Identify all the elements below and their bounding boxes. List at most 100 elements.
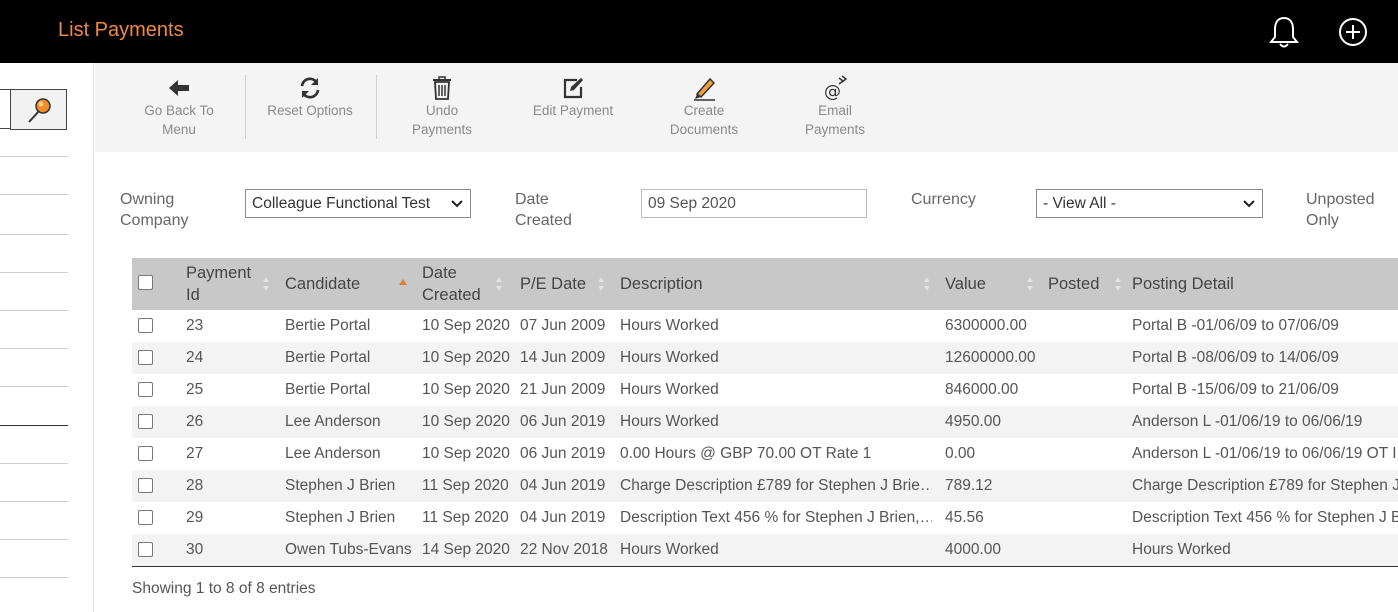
sidebar-divider <box>0 310 68 311</box>
column-header-payment-id[interactable]: Payment Id <box>186 258 272 310</box>
date-created-input[interactable]: 09 Sep 2020 <box>641 189 867 218</box>
sidebar-divider <box>0 501 68 502</box>
table-row[interactable]: 26 Lee Anderson 10 Sep 2020 06 Jun 2019 Hour… <box>132 406 1398 438</box>
cell-payment-id: 25 <box>186 381 204 398</box>
date-created-label-line: Created <box>515 212 572 229</box>
cell-description: Hours Worked <box>620 541 719 558</box>
column-header-description[interactable]: Description <box>620 258 703 310</box>
owning-company-value: Colleague Functional Test <box>252 195 431 212</box>
row-checkbox[interactable] <box>138 510 153 525</box>
cell-posting-detail: Anderson L -01/06/19 to 06/06/19 OT I <box>1132 445 1397 462</box>
email-payments-button[interactable]: @ Email Payments <box>780 75 890 139</box>
cell-payment-id: 23 <box>186 317 204 334</box>
date-created-label-line: Date <box>515 191 549 208</box>
toolbar-separator <box>376 75 377 139</box>
sort-icon <box>1115 277 1121 291</box>
chevron-down-icon <box>1243 200 1255 208</box>
cell-candidate: Bertie Portal <box>285 381 371 398</box>
pencil-icon <box>694 77 716 101</box>
sort-icon <box>598 277 604 291</box>
column-header-candidate[interactable]: Candidate <box>285 258 360 310</box>
cell-posting-detail: Portal B -01/06/09 to 07/06/09 <box>1132 317 1339 334</box>
sidebar-search-button[interactable] <box>10 89 67 130</box>
top-bar: List Payments <box>0 0 1398 63</box>
sort-icon <box>1027 277 1033 291</box>
sidebar-divider <box>0 386 68 387</box>
cell-value: 45.56 <box>945 509 984 526</box>
cell-payment-id: 29 <box>186 509 204 526</box>
unposted-only-label: Unposted Only <box>1306 189 1375 231</box>
arrow-left-icon <box>169 80 189 96</box>
undo-payments-label: Payments <box>411 122 473 137</box>
row-checkbox[interactable] <box>138 382 153 397</box>
edit-payment-button[interactable]: Edit Payment <box>518 75 628 120</box>
table-row[interactable]: 29 Stephen J Brien 11 Sep 2020 04 Jun 2019 D… <box>132 502 1398 534</box>
currency-label: Currency <box>911 191 976 208</box>
add-icon[interactable] <box>1336 15 1370 49</box>
row-checkbox[interactable] <box>138 446 153 461</box>
sidebar-divider <box>0 194 68 195</box>
column-header-date-created[interactable]: Date Created <box>422 258 481 310</box>
select-all-checkbox[interactable] <box>138 275 153 290</box>
create-documents-button[interactable]: Create Documents <box>649 75 759 139</box>
cell-payment-id: 30 <box>186 541 204 558</box>
row-checkbox[interactable] <box>138 350 153 365</box>
create-documents-label: Documents <box>669 122 739 137</box>
owning-company-label-line: Company <box>120 212 189 229</box>
cell-candidate: Owen Tubs-Evans <box>285 541 412 558</box>
svg-text:@: @ <box>824 82 841 101</box>
chevron-down-icon <box>451 200 463 208</box>
cell-posted <box>1048 502 1128 534</box>
edit-payment-label: Edit Payment <box>532 103 614 118</box>
cell-description: 0.00 Hours @ GBP 70.00 OT Rate 1 <box>620 445 872 462</box>
row-checkbox[interactable] <box>138 318 153 333</box>
row-checkbox[interactable] <box>138 414 153 429</box>
cell-pe-date: 06 Jun 2019 <box>520 413 606 430</box>
bell-icon[interactable] <box>1266 14 1302 50</box>
undo-payments-button[interactable]: Undo Payments <box>387 75 497 139</box>
refresh-icon <box>300 77 320 99</box>
row-checkbox[interactable] <box>138 542 153 557</box>
table-row[interactable]: 25 Bertie Portal 10 Sep 2020 21 Jun 2009 Hou… <box>132 374 1398 406</box>
sidebar-divider <box>0 234 68 235</box>
unposted-only-label-line: Only <box>1306 212 1339 229</box>
column-header-posting-detail[interactable]: Posting Detail <box>1132 258 1234 310</box>
cell-payment-id: 26 <box>186 413 204 430</box>
table-row[interactable]: 28 Stephen J Brien 11 Sep 2020 04 Jun 2019 C… <box>132 470 1398 502</box>
cell-posted <box>1048 342 1128 374</box>
toolbar-separator <box>245 75 246 139</box>
cell-value: 789.12 <box>945 477 993 494</box>
cell-candidate: Bertie Portal <box>285 349 371 366</box>
table-row[interactable]: 24 Bertie Portal 10 Sep 2020 14 Jun 2009 Hou… <box>132 342 1398 374</box>
page-title: List Payments <box>58 19 184 41</box>
create-documents-label: Create <box>683 103 725 118</box>
cell-date-created: 10 Sep 2020 <box>422 445 510 462</box>
table-row[interactable]: 30 Owen Tubs-Evans 14 Sep 2020 22 Nov 2018 H… <box>132 534 1398 566</box>
owning-company-select[interactable]: Colleague Functional Test <box>245 189 471 218</box>
column-header-value[interactable]: Value <box>945 258 986 310</box>
cell-pe-date: 06 Jun 2019 <box>520 445 606 462</box>
table-row[interactable]: 23 Bertie Portal 10 Sep 2020 07 Jun 2009 Hou… <box>132 310 1398 342</box>
cell-value: 846000.00 <box>945 381 1019 398</box>
payment-id-header-line: Payment <box>186 264 252 282</box>
row-checkbox[interactable] <box>138 478 153 493</box>
sort-icon <box>496 277 502 291</box>
column-header-pe-date[interactable]: P/E Date <box>520 258 586 310</box>
cell-payment-id: 24 <box>186 349 204 366</box>
cell-pe-date: 04 Jun 2019 <box>520 477 606 494</box>
sidebar-divider <box>0 156 68 157</box>
sidebar-divider <box>0 425 68 426</box>
cell-value: 4000.00 <box>945 541 1002 558</box>
cell-value: 4950.00 <box>945 413 1002 430</box>
go-back-button[interactable]: Go Back To Menu <box>124 75 234 139</box>
reset-options-button[interactable]: Reset Options <box>255 75 365 120</box>
cell-posting-detail: Portal B -15/06/09 to 21/06/09 <box>1132 381 1339 398</box>
filter-bar: Owning Company Colleague Functional Test… <box>95 152 1398 252</box>
table-body: 23 Bertie Portal 10 Sep 2020 07 Jun 2009 Hou… <box>132 310 1398 566</box>
sort-icon <box>263 277 269 291</box>
currency-select[interactable]: - View All - <box>1036 189 1263 218</box>
column-header-posted[interactable]: Posted <box>1048 258 1099 310</box>
table-row[interactable]: 27 Lee Anderson 10 Sep 2020 06 Jun 2019 0.00… <box>132 438 1398 470</box>
email-payments-label: Payments <box>804 122 866 137</box>
payments-table: Payment Id Candidate Date Created P/E Date… <box>132 258 1398 567</box>
